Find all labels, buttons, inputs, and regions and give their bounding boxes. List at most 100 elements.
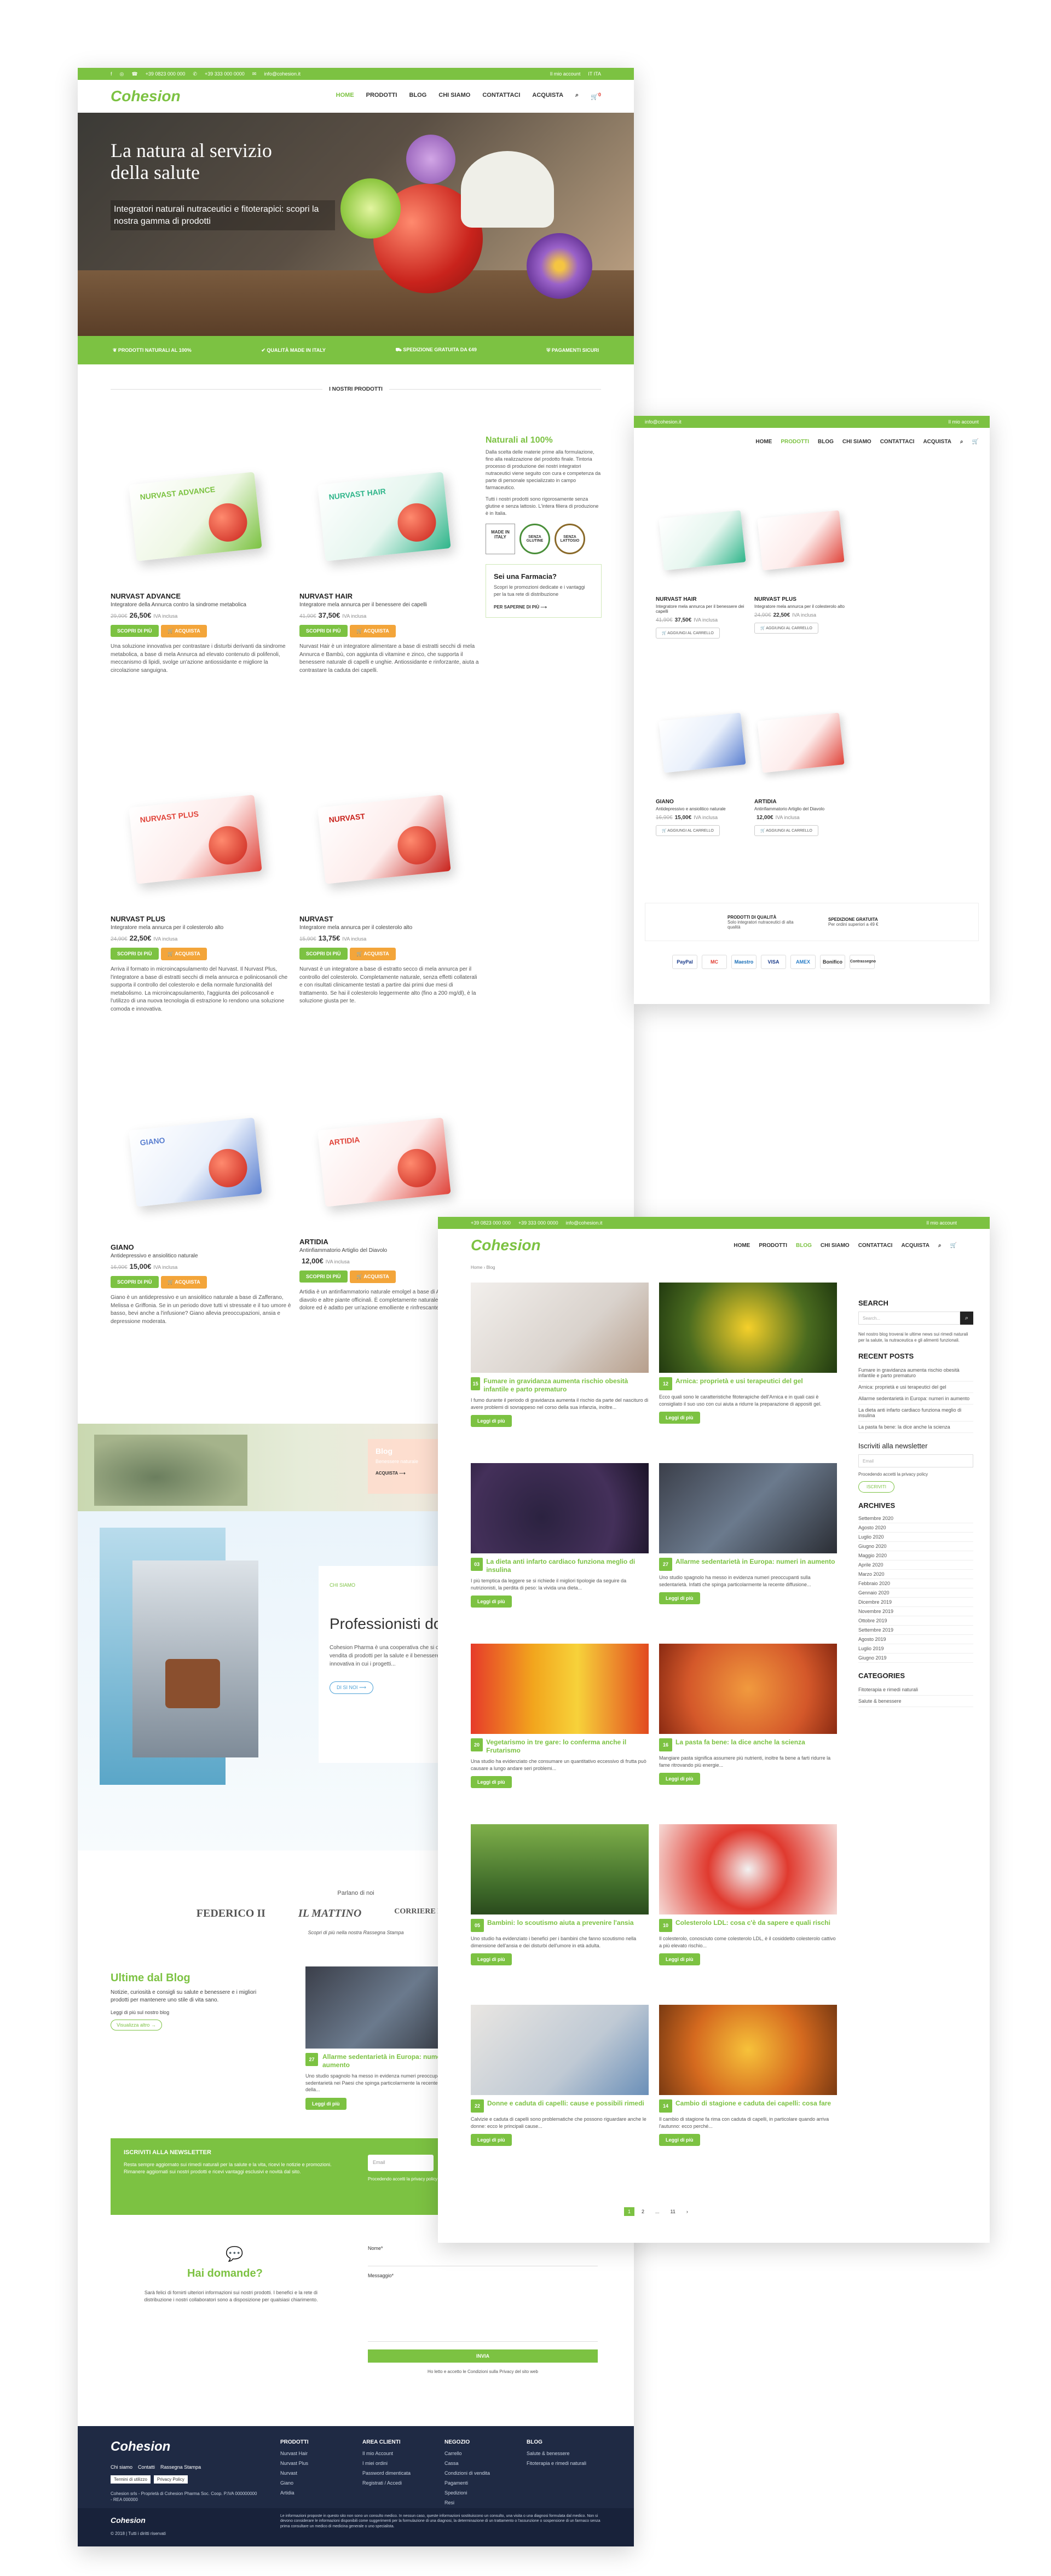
page-11[interactable]: 11: [667, 2207, 679, 2216]
product-acquista-button[interactable]: 🛒 ACQUISTA: [349, 1270, 396, 1283]
cart-icon[interactable]: 🛒0: [591, 92, 601, 101]
blog-read-more[interactable]: Leggi di più: [659, 1412, 700, 1424]
contact-name-input[interactable]: [368, 2254, 598, 2266]
blog-nav-chi-siamo[interactable]: CHI SIAMO: [821, 1243, 850, 1249]
product-acquista-button[interactable]: 🛒 ACQUISTA: [160, 948, 207, 960]
blog-read-more[interactable]: Leggi di più: [659, 1592, 700, 1605]
product-image[interactable]: GIANO: [111, 1096, 291, 1233]
blog-nav-contattaci[interactable]: CONTATTACI: [858, 1243, 893, 1249]
blog-logo[interactable]: Cohesion: [471, 1237, 541, 1254]
blog-post-image[interactable]: [471, 1463, 649, 1553]
sidebar-newsletter-button[interactable]: ISCRIVITI: [858, 1481, 895, 1493]
footer-link-contatti[interactable]: Contatti: [138, 2464, 155, 2470]
product-image[interactable]: NURVAST ADVANCE: [111, 451, 291, 588]
nav-acquista[interactable]: ACQUISTA: [532, 92, 563, 101]
blog-nav-prodotti[interactable]: PRODOTTI: [759, 1243, 787, 1249]
newsletter-privacy[interactable]: Procedendo accetti la privacy policy: [368, 2177, 437, 2182]
shop-nav-chi-siamo[interactable]: CHI SIAMO: [842, 439, 871, 445]
footer-item[interactable]: Salute & benessere: [527, 2451, 609, 2456]
footer-item[interactable]: Resi: [444, 2500, 490, 2505]
press-logo-mattino[interactable]: IL MATTINO: [298, 1907, 361, 1920]
blog-read-more[interactable]: Leggi di più: [471, 2134, 512, 2146]
product-name[interactable]: NURVAST: [299, 915, 480, 923]
product-name[interactable]: GIANO: [111, 1243, 291, 1251]
contact-message-input[interactable]: [368, 2282, 598, 2342]
blog-post-title[interactable]: La dieta anti infarto cardiaco funziona …: [486, 1558, 649, 1574]
instagram-icon[interactable]: ◎: [120, 71, 124, 77]
blog-post-title[interactable]: Arnica: proprietà e usi terapeutici del …: [675, 1377, 803, 1390]
blog-post-image[interactable]: [659, 1824, 837, 1914]
shop-nav-acquista[interactable]: ACQUISTA: [923, 439, 951, 445]
sidebar-recent-item[interactable]: Fumare in gravidanza aumenta rischio obe…: [858, 1365, 973, 1382]
footer-item[interactable]: Registrati / Accedi: [362, 2480, 411, 2486]
sidebar-archive-item[interactable]: Dicembre 2019: [858, 1598, 973, 1608]
sidebar-archive-item[interactable]: Febbraio 2020: [858, 1579, 973, 1589]
blog-post-title[interactable]: La pasta fa bene: la dice anche la scien…: [675, 1738, 805, 1751]
shop-product-image[interactable]: [754, 492, 847, 596]
footer-item[interactable]: Nurvast Plus: [280, 2461, 309, 2466]
press-logo-federico[interactable]: FEDERICO II: [197, 1907, 265, 1920]
shop-cart-icon[interactable]: 🛒: [972, 439, 979, 445]
blog-cart-icon[interactable]: 🛒: [950, 1243, 957, 1249]
blog-post-title[interactable]: Donne e caduta di capelli: cause e possi…: [487, 2099, 644, 2113]
language-select[interactable]: IT ITA: [588, 71, 601, 77]
product-scopri-button[interactable]: SCOPRI DI PIÙ: [299, 1270, 348, 1283]
sidebar-archive-item[interactable]: Luglio 2019: [858, 1644, 973, 1654]
sidebar-archive-item[interactable]: Maggio 2020: [858, 1551, 973, 1561]
blog-account-link[interactable]: Il mio account: [926, 1220, 957, 1226]
sidebar-recent-item[interactable]: Arnica: proprietà e usi terapeutici del …: [858, 1382, 973, 1394]
blog-post-title[interactable]: Vegetarismo in tre gare: lo conferma anc…: [486, 1738, 649, 1755]
shop-add-to-cart[interactable]: 🛒 AGGIUNGI AL CARRELLO: [656, 628, 720, 639]
shop-nav-contattaci[interactable]: CONTATTACI: [880, 439, 915, 445]
blog-nav-acquista[interactable]: ACQUISTA: [901, 1243, 929, 1249]
footer-link-rassegna[interactable]: Rassegna Stampa: [160, 2464, 201, 2470]
shop-add-to-cart[interactable]: 🛒 AGGIUNGI AL CARRELLO: [656, 825, 720, 836]
blog-post-image[interactable]: [471, 1644, 649, 1734]
footer-item[interactable]: Nurvast: [280, 2470, 309, 2476]
blog-read-more[interactable]: Leggi di più: [471, 1776, 512, 1789]
product-scopri-button[interactable]: SCOPRI DI PIÙ: [111, 948, 159, 960]
blog-post-image[interactable]: [471, 1824, 649, 1914]
footer-item[interactable]: Carrello: [444, 2451, 490, 2456]
sidebar-recent-item[interactable]: La pasta fa bene: la dice anche la scien…: [858, 1422, 973, 1434]
sidebar-category[interactable]: Fitoterapia e rimedi naturali: [858, 1684, 973, 1696]
latest-view-more[interactable]: Visualizza altro →: [111, 2020, 162, 2030]
blog-post-image[interactable]: [659, 2005, 837, 2095]
sidebar-archive-item[interactable]: Novembre 2019: [858, 1607, 973, 1617]
blog-post-title[interactable]: Allarme sedentarietà in Europa: numeri i…: [675, 1558, 835, 1571]
nav-home[interactable]: HOME: [336, 92, 354, 101]
shop-product-name[interactable]: GIANO: [656, 799, 749, 805]
sidebar-archive-item[interactable]: Ottobre 2019: [858, 1616, 973, 1626]
blog-nav-home[interactable]: HOME: [734, 1243, 750, 1249]
shop-product-image[interactable]: [754, 695, 847, 799]
sidebar-search-button[interactable]: ⌕: [960, 1312, 973, 1325]
sidebar-archive-item[interactable]: Giugno 2020: [858, 1542, 973, 1552]
product-scopri-button[interactable]: SCOPRI DI PIÙ: [299, 625, 348, 637]
product-image[interactable]: ARTIDIA: [299, 1096, 480, 1233]
sidebar-archive-item[interactable]: Settembre 2020: [858, 1514, 973, 1524]
product-acquista-button[interactable]: 🛒 ACQUISTA: [160, 1276, 207, 1289]
page-1[interactable]: 1: [624, 2207, 635, 2216]
sidebar-recent-item[interactable]: Allarme sedentarietà in Europa: numeri i…: [858, 1393, 973, 1405]
about-button[interactable]: DI SI NOI ⟶: [330, 1681, 373, 1694]
shop-product-image[interactable]: [656, 492, 749, 596]
footer-link-chi-siamo[interactable]: Chi siamo: [111, 2464, 132, 2470]
shop-product-image[interactable]: [656, 695, 749, 799]
page-2[interactable]: 2: [638, 2207, 648, 2216]
product-scopri-button[interactable]: SCOPRI DI PIÙ: [111, 1276, 159, 1288]
page-next[interactable]: ›: [683, 2207, 692, 2216]
blog-post-image[interactable]: [471, 1283, 649, 1373]
sidebar-newsletter-input[interactable]: Email: [858, 1454, 973, 1468]
product-image[interactable]: NURVAST: [299, 774, 480, 910]
footer-terms[interactable]: Termini di utilizzo: [111, 2475, 151, 2484]
product-name[interactable]: NURVAST ADVANCE: [111, 592, 291, 600]
blog-read-more[interactable]: Leggi di più: [659, 1773, 700, 1785]
product-scopri-button[interactable]: SCOPRI DI PIÙ: [299, 948, 348, 960]
sidebar-archive-item[interactable]: Luglio 2020: [858, 1533, 973, 1542]
nav-contattaci[interactable]: CONTATTACI: [482, 92, 520, 101]
product-acquista-button[interactable]: 🛒 ACQUISTA: [349, 625, 396, 637]
footer-item[interactable]: Artidia: [280, 2490, 309, 2496]
footer-item[interactable]: Il mio Account: [362, 2451, 411, 2456]
blog-post-title[interactable]: Colesterolo LDL: cosa c'è da sapere e qu…: [675, 1919, 830, 1932]
logo[interactable]: Cohesion: [111, 88, 181, 105]
